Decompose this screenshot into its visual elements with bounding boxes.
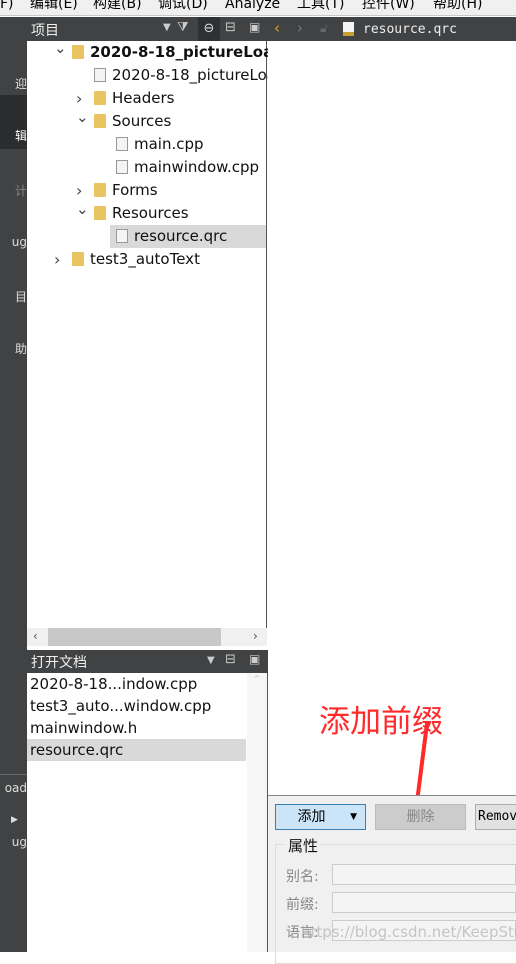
forward-icon[interactable]: › [297,19,303,37]
menu-analyze[interactable]: Analyze [225,0,280,11]
back-icon[interactable]: ‹ [274,19,280,37]
chevron-down-icon[interactable]: ⌄ [54,37,67,60]
link-icon[interactable]: ⊖ [198,17,220,41]
scroll-right-icon[interactable]: › [253,629,258,643]
menu-tools[interactable]: 工具(T) [297,0,344,11]
tree-item-label: Sources [112,112,172,130]
split-icon[interactable]: ⊟ [225,20,236,35]
open-document-item[interactable]: test3_auto...window.cpp [27,695,246,717]
remove-button[interactable]: Remov [475,804,516,830]
chevron-right-icon[interactable]: › [54,248,60,271]
open-documents-title: 打开文档 [31,655,87,671]
menu-file[interactable]: F) [0,0,14,11]
tree-item[interactable]: main.cpp [116,133,266,156]
mode-design[interactable]: 计 [15,182,27,199]
close-panel-icon[interactable]: ▣ [249,20,260,34]
tree-item-label: Headers [112,89,175,107]
qt-project-folder-icon [72,252,84,266]
chevron-down-icon[interactable]: ⌄ [76,198,89,221]
alias-label: 别名: [286,869,319,885]
close-panel-icon[interactable]: ▣ [249,652,260,666]
tree-item-label: test3_autoText [90,250,200,268]
tree-item-label: resource.qrc [134,227,228,245]
scrollbar-thumb[interactable] [48,628,221,646]
horizontal-scrollbar[interactable]: ‹ › [27,628,267,646]
open-documents-header: 打开文档 ▼ ⊟ ▣ [27,650,268,673]
split-icon[interactable]: ⊟ [225,652,236,667]
view-dropdown-icon[interactable]: ▼ [163,22,171,33]
target-build-config[interactable]: ug [12,835,27,849]
tree-item[interactable]: › Headers [76,87,266,110]
tree-item-label: 2020-8-18_pictureLoad [90,43,284,61]
tree-item-label: Forms [112,181,158,199]
pro-file-icon [94,68,106,82]
sources-folder-icon [94,114,106,128]
lock-icon[interactable]: 🔓︎ [320,21,328,36]
mode-welcome[interactable]: 迎 [15,75,27,92]
open-document-item[interactable]: resource.qrc [27,739,246,761]
add-button[interactable]: 添加 ▼ [275,804,366,830]
tree-item[interactable]: ⌄ 2020-8-18_pictureLoad [54,39,284,64]
tree-item[interactable]: mainwindow.cpp [116,156,266,179]
project-tree: ⌄ 2020-8-18_pictureLoad 2020-8-18_pictureL… [27,39,286,628]
cpp-file-icon [116,160,128,174]
mode-projects[interactable]: 目 [15,288,27,305]
forms-folder-icon [94,183,106,197]
prefix-input[interactable] [332,892,516,913]
tree-item[interactable]: › test3_autoText [54,248,266,271]
prefix-label: 前缀: [286,897,319,913]
editor-toolbar: ‹ › 🔓︎ resource.qrc [268,17,516,41]
mode-debug[interactable]: ug [12,235,27,249]
tree-item[interactable]: ⌄ Resources [76,200,266,225]
open-document-item[interactable]: mainwindow.h [27,717,246,739]
resources-folder-icon [94,206,106,220]
menu-bar: F) 编辑(E) 构建(B) 调试(D) Analyze 工具(T) 控件(W)… [0,0,516,16]
resource-editor-form: 添加 ▼ 删除 Remov 属性 别名: 前缀: 语言: https://blog… [268,795,516,964]
cpp-file-icon [116,137,128,151]
alias-input[interactable] [332,864,516,885]
vertical-scrollbar[interactable]: ⌃ [247,673,267,952]
filter-icon[interactable]: ⧩ [177,20,189,35]
target-selector[interactable]: oad [5,781,27,795]
menu-debug[interactable]: 调试(D) [158,0,208,11]
open-documents-list: ⌃ 2020-8-18...indow.cpp test3_auto...wind… [27,673,268,952]
menu-edit[interactable]: 编辑(E) [30,0,78,11]
menu-help[interactable]: 帮助(H) [433,0,482,11]
tree-item-label: 2020-8-18_pictureLoad [112,66,286,84]
tree-item[interactable]: › Forms [76,179,266,202]
qrc-file-icon [343,22,354,36]
editor-file-tab[interactable]: resource.qrc [363,22,457,37]
menu-build[interactable]: 构建(B) [93,0,142,11]
tree-item[interactable]: ⌄ Sources [76,108,266,133]
scroll-left-icon[interactable]: ‹ [33,629,38,643]
qt-project-folder-icon [72,45,84,59]
editor-area: 添加前缀 [268,41,516,819]
watermark: https://blog.csdn.net/KeepStu [301,923,516,941]
tree-item-label: main.cpp [134,135,204,153]
headers-folder-icon [94,91,106,105]
chevron-down-icon[interactable]: ⌄ [76,106,89,129]
run-arrow-icon[interactable]: ▶ [11,815,18,825]
mode-sidebar: 迎 辑 计 ug 目 助 oad ▶ ug [0,17,27,952]
dropdown-arrow-icon: ▼ [350,812,357,822]
tree-item[interactable]: resource.qrc [110,225,266,248]
tree-item[interactable]: 2020-8-18_pictureLoad [94,64,286,87]
mode-edit[interactable]: 辑 [15,127,27,144]
delete-button[interactable]: 删除 [375,804,466,830]
mode-help[interactable]: 助 [15,340,27,357]
open-document-item[interactable]: 2020-8-18...indow.cpp [27,673,246,695]
tree-item-label: Resources [112,204,189,222]
menu-controls[interactable]: 控件(W) [362,0,415,11]
properties-title: 属性 [285,835,322,856]
view-dropdown-icon[interactable]: ▼ [207,655,215,666]
qrc-file-icon [116,229,128,243]
tree-item-label: mainwindow.cpp [134,158,260,176]
